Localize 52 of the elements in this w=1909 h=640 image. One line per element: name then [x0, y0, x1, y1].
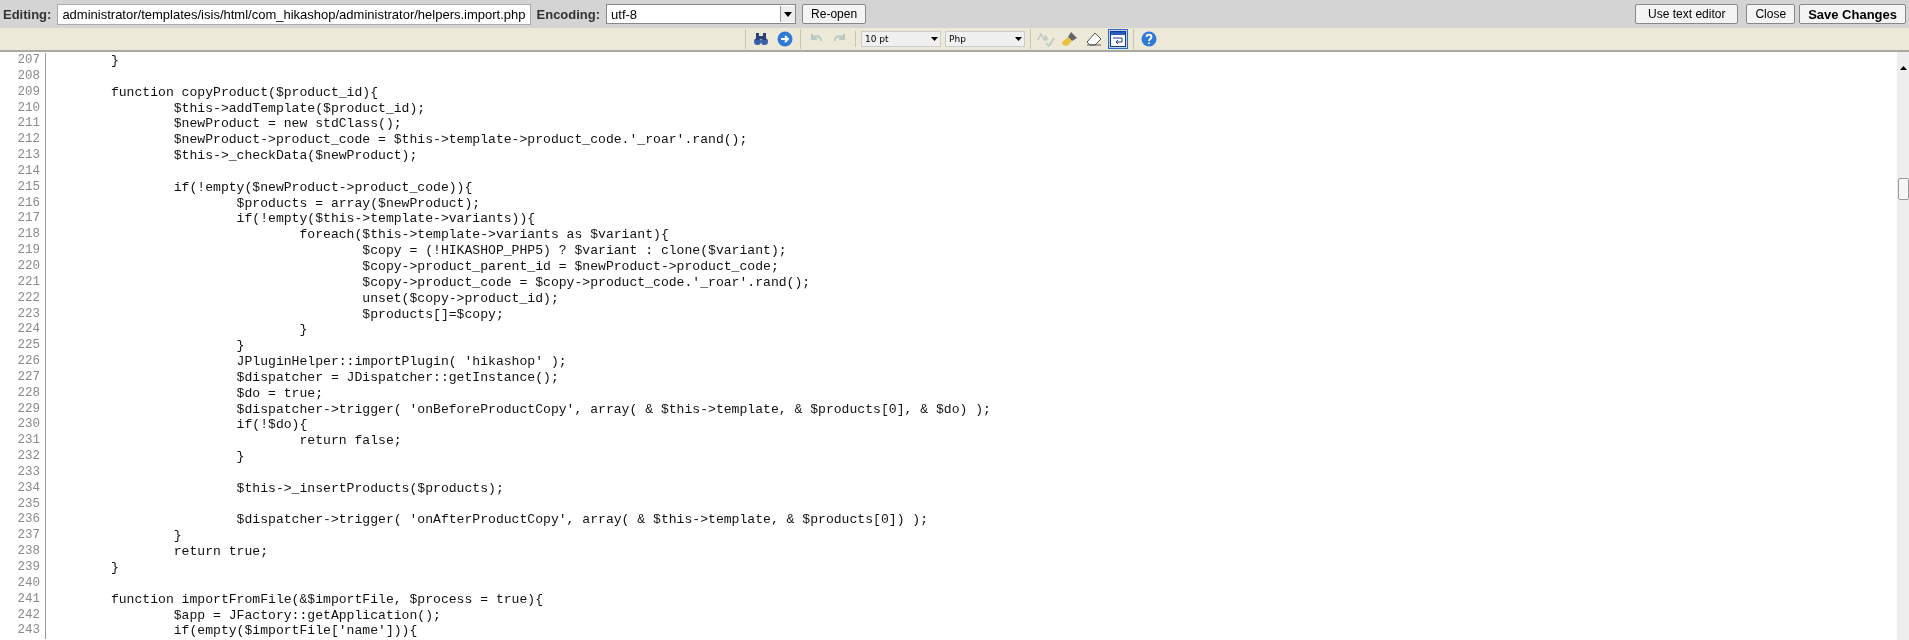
code-line: $app = JFactory::getApplication(); [172, 607, 441, 624]
encoding-select[interactable]: utf-8 [606, 4, 797, 24]
dropdown-select[interactable]: 10 pt [861, 31, 941, 47]
code-line: $do = true; [235, 385, 324, 402]
reopen-button[interactable]: Re-open [802, 4, 867, 24]
help-icon[interactable] [1141, 31, 1157, 47]
caret-icon[interactable] [930, 37, 938, 41]
toolbar-button[interactable]: Use text editor [1635, 4, 1739, 24]
dropdown-select[interactable]: Php [945, 31, 1025, 47]
code-line: } [298, 322, 308, 339]
code-line: $copy = (!HIKASHOP_PHP5) ? $variant : clone($variant); [361, 243, 787, 259]
binoculars-icon[interactable] [754, 33, 768, 45]
code-line: if(empty($importFile['name'])){ [172, 623, 418, 640]
editing-label: Editing: [3, 6, 52, 22]
toolbar-button[interactable]: Close [1746, 4, 1796, 24]
code-line: function copyProduct($product_id){ [109, 84, 379, 101]
word-wrap-icon[interactable] [1110, 31, 1126, 47]
code-line: } [235, 338, 245, 355]
code-line: $products[]=$copy; [361, 306, 504, 323]
code-line: } [172, 528, 182, 545]
code-line: if(!$do){ [235, 417, 308, 434]
toolbar-button[interactable]: Save Changes [1799, 4, 1906, 24]
brush-icon[interactable] [1062, 32, 1077, 46]
caret-icon[interactable] [784, 11, 793, 17]
scroll-up-icon[interactable] [1899, 66, 1907, 70]
code-line: $this->addTemplate($product_id); [172, 100, 426, 117]
code-line: $copy->product_parent_id = $newProduct->product_code; [361, 258, 779, 275]
code-line: $dispatcher->trigger( 'onBeforeProductCopy', array( & $this->template, & $products[0], & $do) ); [235, 401, 991, 418]
scrollbar-thumb[interactable] [1897, 178, 1909, 200]
code-line: JPluginHelper::importPlugin( 'hikashop' ); [235, 354, 567, 370]
code-line: foreach($this->template->variants as $variant){ [298, 227, 669, 244]
caret-icon[interactable] [1014, 37, 1022, 41]
code-line: } [235, 449, 245, 465]
code-line: $this->_checkData($newProduct); [172, 148, 418, 164]
code-line: $products = array($newProduct); [235, 195, 481, 212]
code-line: function importFromFile(&$importFile, $process = true){ [109, 591, 544, 608]
encoding-label: Encoding: [536, 6, 601, 22]
code-line: $dispatcher = JDispatcher::getInstance(); [235, 369, 559, 386]
eraser-icon[interactable] [1086, 32, 1102, 46]
code-line: $dispatcher->trigger( 'onAfterProductCopy', array( & $this->template, & $products[0]) ); [235, 512, 929, 529]
code-line: $copy->product_code = $copy->product_code.'_roar'.rand(); [361, 274, 811, 291]
code-line: unset($copy->product_id); [361, 290, 559, 307]
code-line: if(!empty($newProduct->product_code)){ [172, 179, 473, 196]
code-line: return true; [172, 544, 269, 560]
code-line: return false; [298, 433, 402, 450]
code-line: $newProduct->product_code = $this->template->product_code.'_roar'.rand(); [172, 132, 748, 149]
file-path-field[interactable]: administrator/templates/isis/html/com_hikashop/administrator/helpers.import.php [57, 3, 531, 25]
code-line: $newProduct = new stdClass(); [172, 116, 402, 133]
code-line: } [109, 560, 119, 576]
code-line: if(!empty($this->template->variants)){ [235, 211, 536, 228]
code-line: } [109, 53, 119, 69]
code-line: $this->_insertProducts($products); [235, 480, 504, 497]
